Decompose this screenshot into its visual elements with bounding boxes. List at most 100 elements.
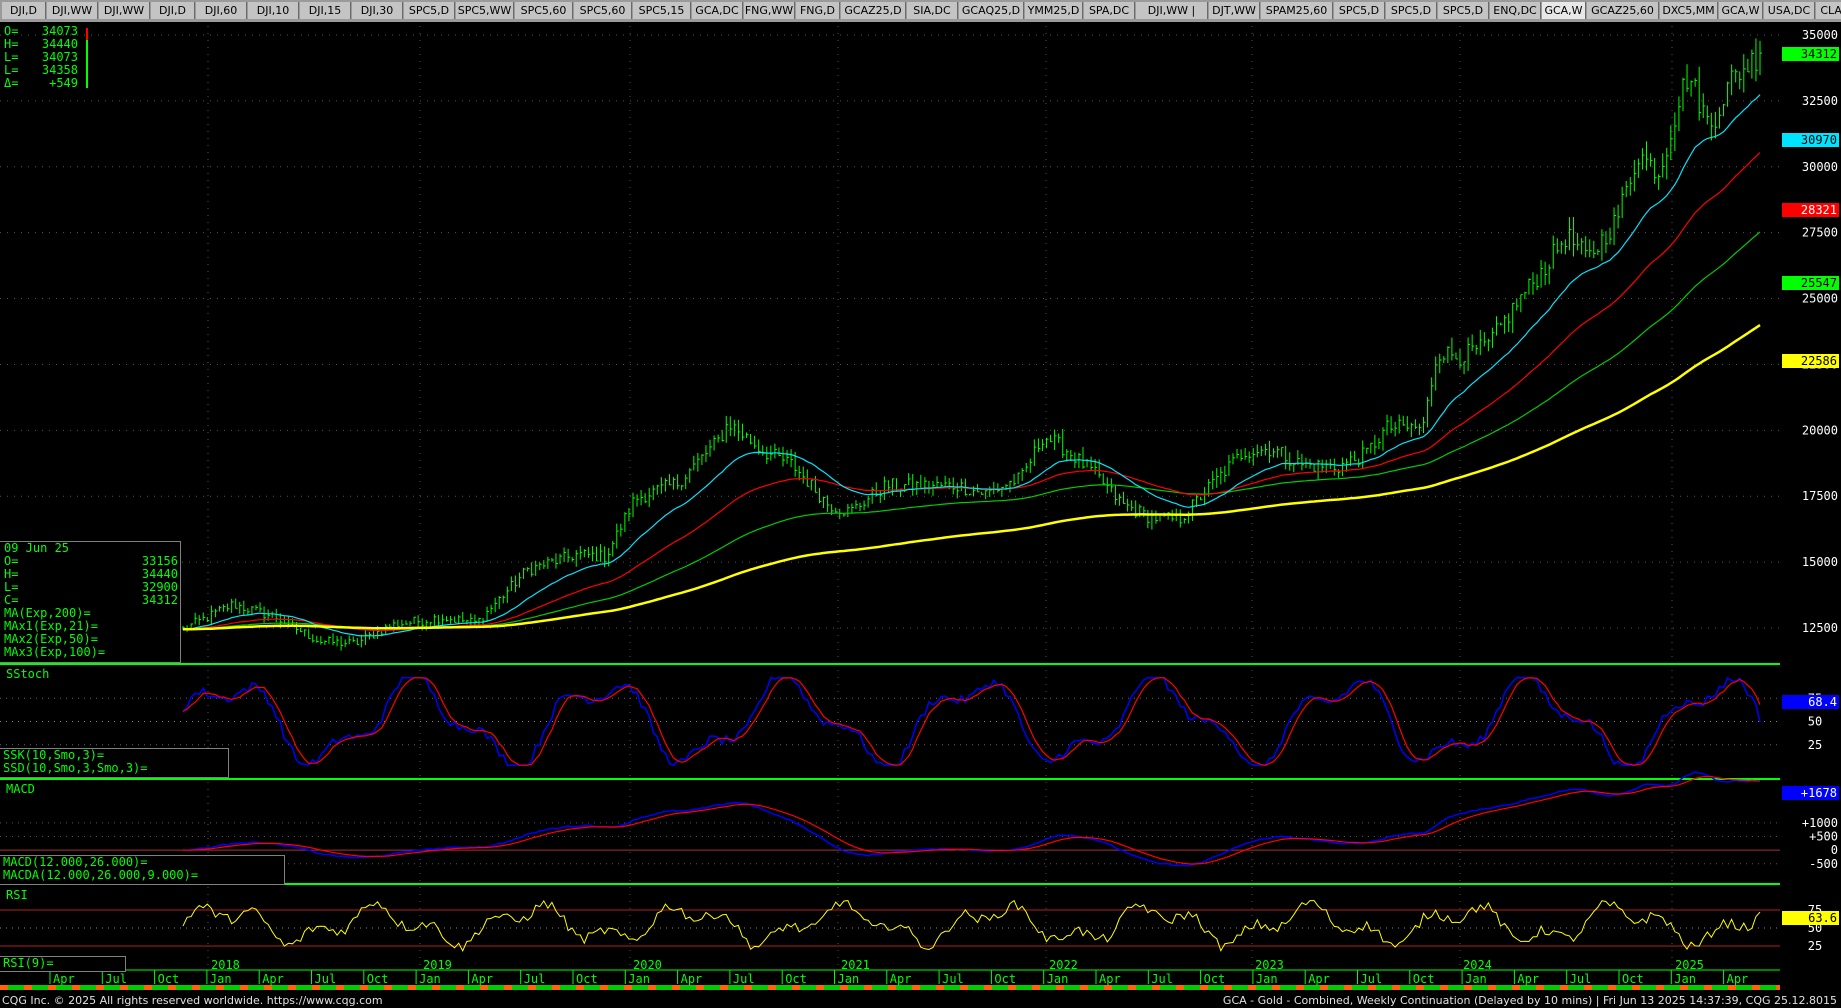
tab-dxc5-mm[interactable]: DXC5,MM xyxy=(1660,2,1718,19)
month-label: Jan xyxy=(1256,972,1278,986)
time-axis-strip xyxy=(96,985,104,990)
cursor-row-label: H= xyxy=(4,567,19,581)
month-label: Jul xyxy=(105,972,127,986)
tab-spam25-60[interactable]: SPAM25,60 xyxy=(1261,2,1333,19)
tab-dji-ww[interactable]: DJI,WW | xyxy=(1136,2,1208,19)
month-label: Apr xyxy=(1727,972,1749,986)
time-axis-strip xyxy=(248,985,256,990)
month-label: Oct xyxy=(576,972,598,986)
month-label: Apr xyxy=(262,972,284,986)
month-label: Jan xyxy=(1465,972,1487,986)
year-label: 2020 xyxy=(633,958,662,972)
tab-spc5-d[interactable]: SPC5,D xyxy=(1386,2,1437,19)
month-label: Jan xyxy=(838,972,860,986)
time-axis-strip xyxy=(712,985,720,990)
time-axis-strip xyxy=(144,985,152,990)
tab-cla-dc[interactable]: CLA,DC xyxy=(1816,2,1841,19)
time-axis-strip xyxy=(392,985,400,990)
price-axis-tick: 35000 xyxy=(1802,28,1838,42)
sstoch-tick: 50 xyxy=(1808,715,1822,729)
time-axis-strip xyxy=(600,985,608,990)
tab-djt-ww[interactable]: DJT,WW xyxy=(1209,2,1260,19)
tab-dji-60[interactable]: DJI,60 xyxy=(196,2,247,19)
tab-dji-ww[interactable]: DJI,WW xyxy=(99,2,150,19)
time-axis-strip xyxy=(232,985,240,990)
time-axis-strip xyxy=(984,985,992,990)
tab-usa-dc[interactable]: USA,DC xyxy=(1764,2,1815,19)
time-axis-strip xyxy=(1232,985,1240,990)
tab-gcaz25-60[interactable]: GCAZ25,60 xyxy=(1587,2,1659,19)
time-axis-strip xyxy=(1600,985,1608,990)
cursor-row-label: O= xyxy=(4,554,19,568)
month-label: Jul xyxy=(1570,972,1592,986)
tab-gca-w[interactable]: GCA,W xyxy=(1542,2,1586,19)
ma200-line xyxy=(183,324,1761,631)
cursor-row-label: C= xyxy=(4,593,19,607)
tab-gca-dc[interactable]: GCA,DC xyxy=(692,2,743,19)
time-axis-strip xyxy=(192,985,200,990)
macd-title: MACD xyxy=(6,782,35,796)
sstoch-tick: 25 xyxy=(1808,738,1822,752)
month-label: Jul xyxy=(315,972,337,986)
tab-dji-d[interactable]: DJI,D xyxy=(151,2,195,19)
tab-dji-15[interactable]: DJI,15 xyxy=(300,2,351,19)
macd-badge-text: +1678 xyxy=(1801,786,1837,800)
price-axis-tick: 12500 xyxy=(1802,621,1838,635)
tab-dji-ww[interactable]: DJI,WW xyxy=(47,2,98,19)
time-axis-strip xyxy=(1392,985,1400,990)
tab-spc5-d[interactable]: SPC5,D xyxy=(1438,2,1489,19)
time-axis-strip xyxy=(1088,985,1096,990)
tab-dji-d[interactable]: DJI,D xyxy=(2,2,46,19)
price-axis-tick: 32500 xyxy=(1802,94,1838,108)
time-axis-strip xyxy=(808,985,816,990)
time-axis-strip xyxy=(968,985,976,990)
tab-gcaq25-d[interactable]: GCAQ25,D xyxy=(959,2,1024,19)
copyright-footer: CQG Inc. © 2025 All rights reserved worl… xyxy=(2,994,383,1007)
year-label: 2022 xyxy=(1049,958,1078,972)
time-axis-strip xyxy=(1184,985,1192,990)
time-axis-strip xyxy=(664,985,672,990)
time-axis-strip xyxy=(448,985,456,990)
ssd-label: SSD(10,Smo,3,Smo,3)= xyxy=(3,761,148,775)
time-axis-strip xyxy=(1760,985,1768,990)
tab-gcaz25-d[interactable]: GCAZ25,D xyxy=(841,2,906,19)
tab-gca-w[interactable]: GCA,W xyxy=(1719,2,1763,19)
tab-spc5-ww[interactable]: SPC5,WW xyxy=(456,2,514,19)
time-axis-strip xyxy=(336,985,344,990)
cursor-row-label: L= xyxy=(4,580,19,594)
month-label: Jan xyxy=(1047,972,1069,986)
time-axis-strip xyxy=(1440,985,1448,990)
tab-spc5-d[interactable]: SPC5,D xyxy=(1334,2,1385,19)
gold-weekly-chart[interactable]: 3500032500300002750025000225002000017500… xyxy=(0,22,1841,992)
sstoch-d-line xyxy=(182,677,1761,766)
month-label: Apr xyxy=(681,972,703,986)
time-axis-strip xyxy=(1488,985,1496,990)
tab-dji-10[interactable]: DJI,10 xyxy=(248,2,299,19)
time-axis-strip xyxy=(200,985,208,990)
tab-dji-30[interactable]: DJI,30 xyxy=(352,2,403,19)
price-badge-text: 28321 xyxy=(1801,203,1837,217)
tab-enq-dc[interactable]: ENQ,DC xyxy=(1490,2,1541,19)
tab-spc5-d[interactable]: SPC5,D xyxy=(404,2,455,19)
price-badge-text: 22586 xyxy=(1801,354,1837,368)
tab-spa-dc[interactable]: SPA,DC xyxy=(1084,2,1135,19)
month-label: Oct xyxy=(1413,972,1435,986)
time-axis-strip xyxy=(1240,985,1248,990)
tab-ymm25-d[interactable]: YMM25,D xyxy=(1025,2,1083,19)
tab-sia-dc[interactable]: SIA,DC xyxy=(907,2,958,19)
time-axis-strip xyxy=(672,985,680,990)
time-axis-strip xyxy=(816,985,824,990)
month-label: Jul xyxy=(733,972,755,986)
macd-tick: +500 xyxy=(1809,830,1838,844)
cursor-row-label: MAx2(Exp,50)= xyxy=(4,632,98,646)
tab-spc5-60[interactable]: SPC5,60 xyxy=(574,2,632,19)
time-axis-strip xyxy=(184,985,192,990)
time-axis-strip xyxy=(304,985,312,990)
tab-spc5-60[interactable]: SPC5,60 xyxy=(515,2,573,19)
macd-tick: 0 xyxy=(1831,843,1838,857)
tab-fng-d[interactable]: FNG,D xyxy=(796,2,840,19)
time-axis-strip xyxy=(1288,985,1296,990)
tab-fng-ww[interactable]: FNG,WW xyxy=(744,2,795,19)
time-axis-strip xyxy=(1664,985,1672,990)
tab-spc5-15[interactable]: SPC5,15 xyxy=(633,2,691,19)
